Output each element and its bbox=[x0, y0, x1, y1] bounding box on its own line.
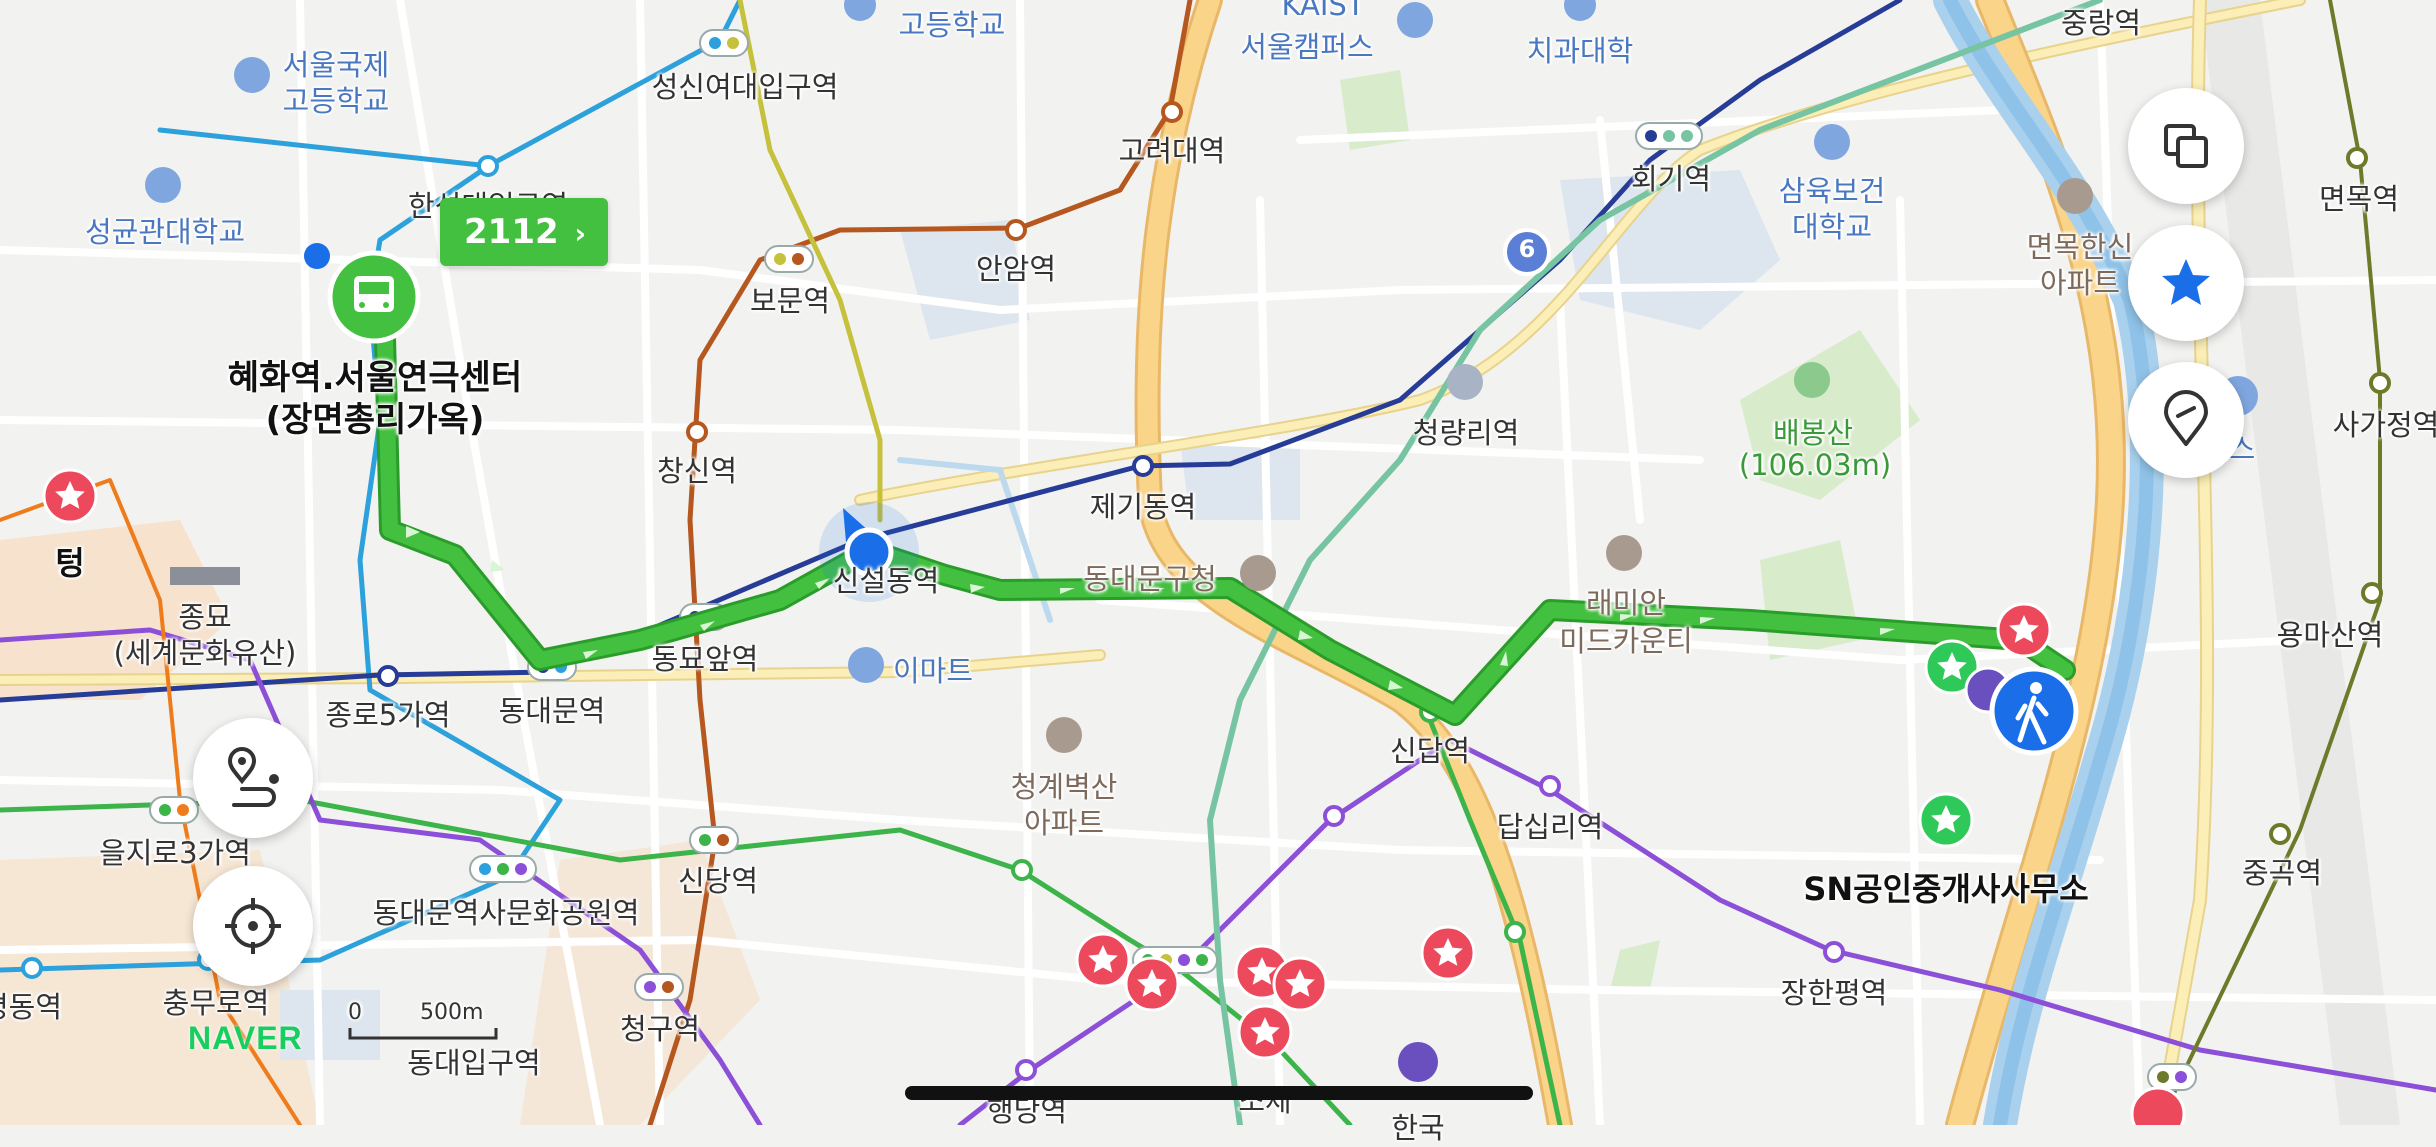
poi-label: 청량리역 bbox=[1412, 416, 1520, 450]
route-button[interactable] bbox=[193, 718, 313, 838]
favorite-marker bbox=[42, 468, 98, 524]
poi-label: 아파트 bbox=[1023, 806, 1105, 840]
crosshair-icon bbox=[225, 898, 281, 954]
station-label[interactable]: 신설동역 bbox=[833, 558, 940, 600]
favorite-marker bbox=[1420, 925, 1476, 981]
route-icon bbox=[227, 747, 279, 807]
poi-label: KAIST bbox=[1281, 0, 1365, 22]
poi-label: 한국 bbox=[1391, 1111, 1445, 1145]
station-label[interactable]: 사가정역 bbox=[2333, 402, 2436, 444]
station-label[interactable]: 제기동역 bbox=[1090, 484, 1197, 526]
station-label[interactable]: 회기역 bbox=[1631, 156, 1711, 198]
station-label[interactable]: 보문역 bbox=[750, 278, 830, 320]
favorite-marker bbox=[1237, 1004, 1293, 1060]
poi-label: 대학교 bbox=[1791, 210, 1873, 244]
station-label[interactable]: 성신여대입구역 bbox=[652, 64, 839, 106]
station-label[interactable]: 장한평역 bbox=[1781, 970, 1888, 1012]
scale-distance-label: 500m bbox=[420, 1000, 484, 1025]
poi-label: 고등학교 bbox=[282, 84, 390, 118]
favorites-button[interactable] bbox=[2128, 225, 2244, 341]
location-pin-button[interactable] bbox=[2128, 362, 2244, 478]
station-label[interactable]: 창신역 bbox=[657, 448, 737, 490]
poi-label: 고등학교 bbox=[898, 8, 1006, 42]
poi-label: 이마트 bbox=[893, 654, 974, 688]
naver-logo: NAVER bbox=[188, 1020, 303, 1056]
station-label[interactable]: 충무로역 bbox=[163, 980, 270, 1022]
station-label[interactable]: 안암역 bbox=[976, 246, 1056, 288]
home-indicator[interactable] bbox=[905, 1086, 1533, 1100]
poi-label: 성균관대학교 bbox=[84, 215, 246, 249]
chevron-right-icon: › bbox=[574, 217, 587, 250]
station-label[interactable]: 동대문역사문화공원역 bbox=[373, 890, 640, 932]
poi-label: 미드카운티 bbox=[1559, 624, 1693, 658]
favorite-marker bbox=[1996, 602, 2052, 658]
poi-label: 동대문구청 bbox=[1083, 562, 1217, 596]
poi-label: 아파트 bbox=[2039, 266, 2121, 300]
bus-route-number: 2112 bbox=[464, 212, 559, 252]
scale-zero-label: 0 bbox=[348, 1000, 362, 1025]
station-label[interactable]: 동대입구역 bbox=[407, 1040, 540, 1082]
favorite-marker bbox=[1272, 956, 1328, 1012]
bus-route-bubble[interactable]: 2112 › bbox=[440, 198, 609, 266]
map-scale: 0 500m bbox=[348, 1000, 498, 1040]
line-6-badge-label: 6 bbox=[1518, 235, 1536, 263]
bus-stop-name-sub: (장면총리가옥) bbox=[265, 400, 485, 440]
favorite-marker bbox=[1075, 932, 1131, 988]
station-label[interactable]: 을지로3가역 bbox=[99, 830, 251, 872]
favorite-marker bbox=[2130, 1086, 2186, 1125]
bus-stop-marker[interactable] bbox=[327, 250, 421, 344]
station-label[interactable]: 동묘앞역 bbox=[652, 636, 759, 678]
poi-label: (세계문화유산) bbox=[113, 636, 297, 670]
layers-icon bbox=[2164, 124, 2208, 168]
poi-label: (106.03m) bbox=[1738, 448, 1892, 482]
poi-label: 치과대학 bbox=[1526, 34, 1634, 68]
station-label[interactable]: 중곡역 bbox=[2242, 850, 2322, 892]
favorite-marker-green bbox=[1918, 792, 1974, 848]
destination-walker-marker[interactable] bbox=[1989, 666, 2079, 756]
layers-button[interactable] bbox=[2128, 88, 2244, 204]
station-label[interactable]: 면목역 bbox=[2319, 176, 2399, 218]
station-label[interactable]: 종로5가역 bbox=[325, 692, 450, 734]
station-label[interactable]: 신당역 bbox=[678, 858, 758, 900]
bus-stop-name: 혜화역.서울연극센터 bbox=[227, 358, 523, 398]
poi-label: 서울캠퍼스 bbox=[1240, 30, 1374, 64]
star-icon bbox=[2162, 259, 2210, 305]
pin-icon bbox=[2164, 390, 2208, 446]
station-label[interactable]: 답십리역 bbox=[1497, 804, 1604, 846]
station-label[interactable]: 신답역 bbox=[1390, 728, 1470, 770]
poi-label: 배봉산 bbox=[1772, 416, 1854, 450]
my-location-button[interactable] bbox=[193, 866, 313, 986]
poi-label: SN공인중개사사무소 bbox=[1803, 870, 2089, 908]
poi-label: 텅 bbox=[55, 544, 85, 582]
poi-label: 래미안 bbox=[1585, 586, 1667, 620]
station-label[interactable]: 청구역 bbox=[620, 1006, 700, 1048]
station-label[interactable]: 명동역 bbox=[0, 984, 62, 1026]
station-label[interactable]: 용마산역 bbox=[2277, 612, 2384, 654]
favorite-marker bbox=[1124, 956, 1180, 1012]
station-label[interactable]: 고려대역 bbox=[1119, 128, 1226, 170]
station-label[interactable]: 중랑역 bbox=[2061, 0, 2141, 42]
station-label[interactable]: 동대문역 bbox=[499, 688, 606, 730]
